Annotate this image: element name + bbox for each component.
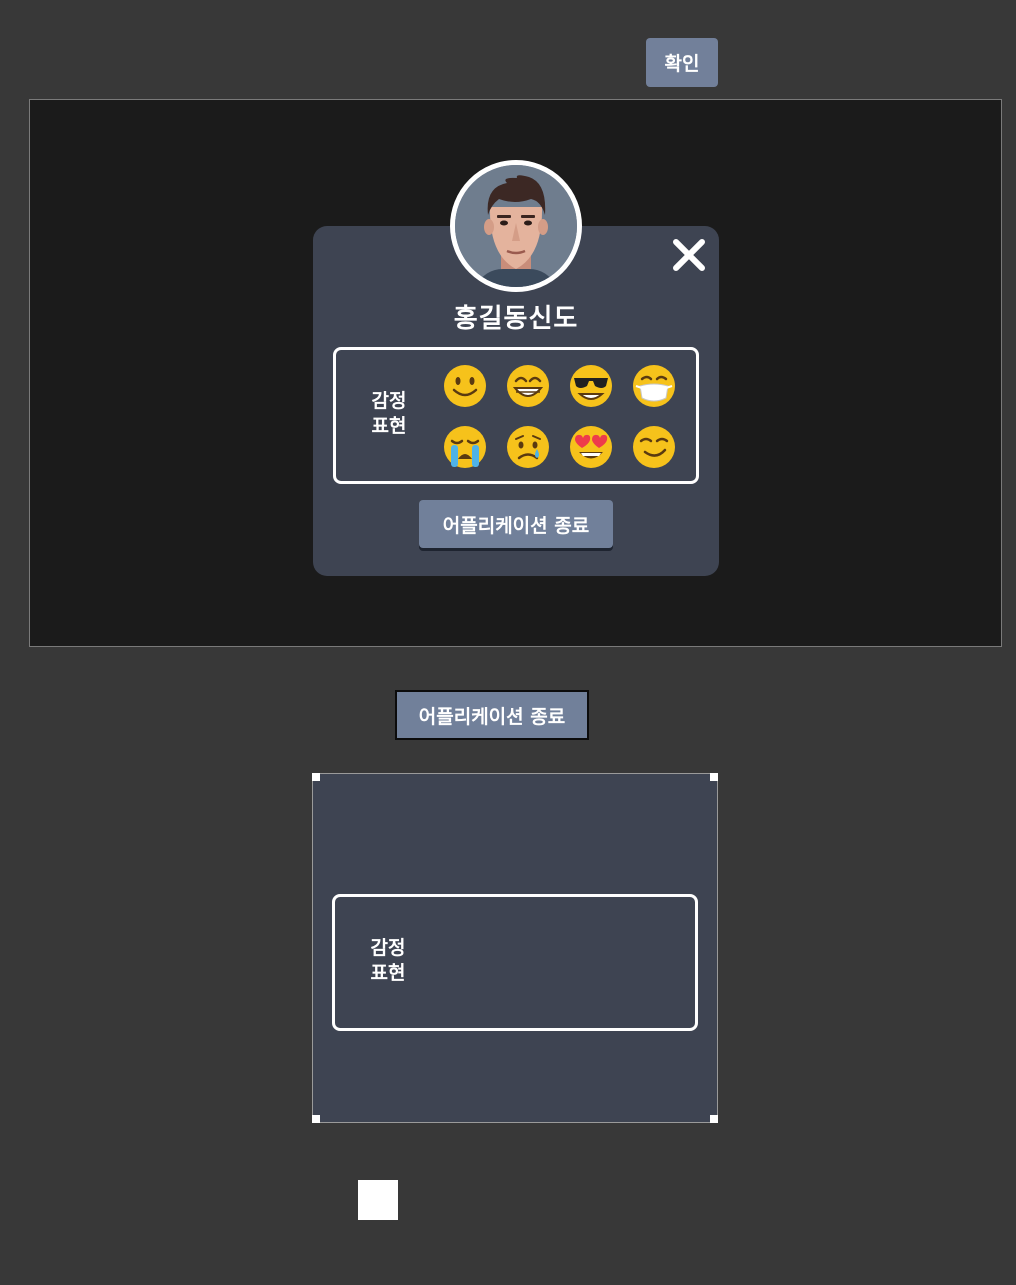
emotion-label-line1: 감정 xyxy=(370,937,406,959)
corner-handle-bottom-right[interactable] xyxy=(710,1115,718,1123)
sad-tear-face-icon[interactable] xyxy=(506,425,550,469)
grinning-face-icon[interactable] xyxy=(506,364,550,408)
corner-handle-bottom-left[interactable] xyxy=(312,1115,320,1123)
confirm-button[interactable]: 확인 xyxy=(646,38,718,87)
emotion-label-line2: 표현 xyxy=(370,962,406,984)
heart-eyes-face-icon[interactable] xyxy=(569,425,613,469)
exit-app-button[interactable]: 어플리케이션 종료 xyxy=(395,690,589,740)
emotion-label-preview: 감정 표현 xyxy=(363,936,413,986)
app-root: 확인 홍길동신도 감정 표현 어플리케이션 종료 어플리케이션 종료 감정 표현 xyxy=(0,0,1016,1285)
corner-handle-top-right[interactable] xyxy=(710,773,718,781)
smiling-face-icon[interactable] xyxy=(443,364,487,408)
user-name: 홍길동신도 xyxy=(453,304,579,334)
emotion-label-line2: 표현 xyxy=(371,415,407,437)
crying-face-icon[interactable] xyxy=(443,425,487,469)
smirking-face-icon[interactable] xyxy=(632,425,676,469)
emotion-label-line1: 감정 xyxy=(371,390,407,412)
preview-canvas: 홍길동신도 감정 표현 어플리케이션 종료 xyxy=(29,99,1002,647)
avatar-man-icon xyxy=(455,165,577,287)
exit-app-button-in-modal[interactable]: 어플리케이션 종료 xyxy=(419,500,613,548)
corner-handle-top-left[interactable] xyxy=(312,773,320,781)
mask-face-icon[interactable] xyxy=(632,364,676,408)
white-square-handle[interactable] xyxy=(358,1180,398,1220)
sunglasses-face-icon[interactable] xyxy=(569,364,613,408)
close-icon[interactable] xyxy=(671,237,707,273)
avatar xyxy=(450,160,582,292)
emotion-label: 감정 표현 xyxy=(364,389,414,439)
